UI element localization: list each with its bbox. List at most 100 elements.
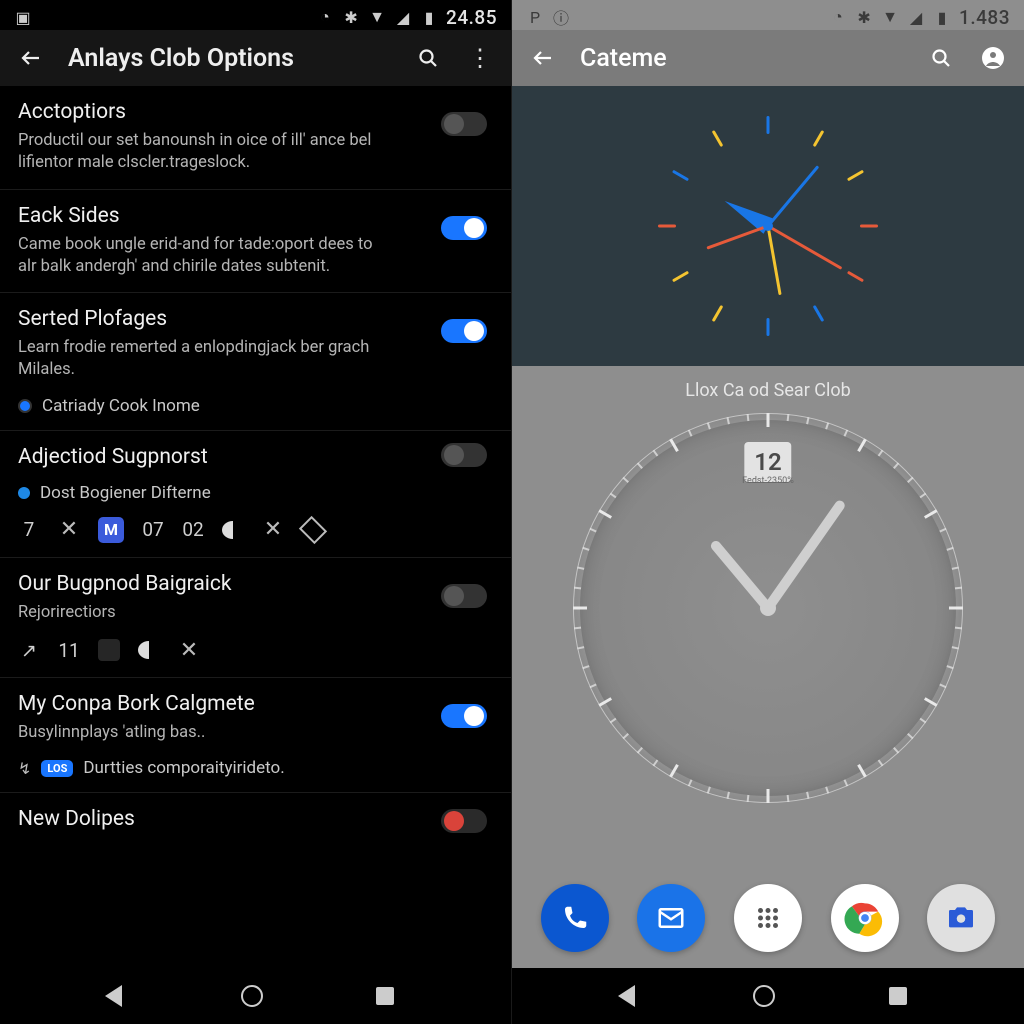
setting-acctoptiors[interactable]: Acctoptiors Productil our set banounsh i… (0, 86, 511, 189)
dock-drawer[interactable] (734, 884, 802, 952)
clock-tick-icon (577, 566, 584, 569)
clock-tick-icon (610, 718, 617, 724)
chrome-icon (843, 896, 887, 940)
setting-bullet[interactable]: Dost Bogiener Difterne (18, 483, 493, 503)
key-icon: ↯ (18, 759, 31, 778)
chip-07[interactable]: 07 (142, 518, 164, 541)
nav-back[interactable] (105, 985, 135, 1007)
clock-tick-icon (669, 438, 679, 452)
home-content: Llox Ca od Sear Clob 12 Fedst-2350% (512, 86, 1024, 968)
clock-widget-light[interactable]: 12 Fedst-2350% (512, 409, 1024, 868)
half-icon[interactable] (138, 641, 160, 659)
radio-icon (18, 399, 32, 413)
clock-tick-icon (878, 450, 884, 457)
setting-heading: Serted Plofages (18, 307, 493, 331)
clock-tick-icon (574, 587, 581, 590)
dock-camera[interactable] (927, 884, 995, 952)
settings-list[interactable]: Acctoptiors Productil our set banounsh i… (0, 86, 511, 968)
setting-extra2: ↯ LOS Durtties comporaityirideto. (18, 758, 493, 778)
toggle[interactable] (441, 319, 487, 343)
search-icon (416, 46, 440, 70)
arrow-up-right-icon[interactable]: ↗ (18, 639, 40, 662)
dock-browser[interactable] (831, 884, 899, 952)
info-icon: ⓘ (552, 8, 570, 26)
chip-x2[interactable]: ✕ (262, 517, 284, 542)
chip-m[interactable]: M (98, 517, 124, 543)
toggle[interactable] (441, 584, 487, 608)
clock-tick-icon (712, 305, 724, 322)
clock-tick-icon (924, 697, 938, 707)
account-button[interactable] (978, 43, 1008, 73)
setting-eack-sides[interactable]: Eack Sides Came book ungle erid-and for … (0, 189, 511, 293)
nav-back[interactable] (618, 985, 648, 1007)
notif-p-icon: P (526, 8, 544, 26)
chip-x[interactable]: ✕ (58, 517, 80, 542)
setting-extra[interactable]: Catriady Cook Inome (18, 396, 493, 416)
chip-7[interactable]: 7 (18, 518, 40, 541)
clock-tick-icon (787, 795, 790, 802)
signal-icon: ◢ (394, 8, 412, 26)
clock-tick-icon (946, 547, 953, 551)
minute-hand-icon (764, 499, 847, 611)
overflow-button[interactable]: ⋮ (465, 43, 495, 73)
nav-recent[interactable] (889, 987, 919, 1005)
setting-our-bugpnod[interactable]: Our Bugpnod Baigraick Rejorirectiors ↗ 1… (0, 557, 511, 677)
indicator-red-icon (706, 225, 768, 250)
back-button[interactable] (16, 43, 46, 73)
clock-tick-icon (955, 587, 962, 590)
setting-new-dolipes[interactable]: New Dolipes (0, 792, 511, 843)
toggle[interactable] (441, 704, 487, 728)
dock-phone[interactable] (541, 884, 609, 952)
clock-tick-icon (825, 422, 829, 429)
bluetooth-icon: ✱ (342, 8, 360, 26)
clock-tick-icon (712, 130, 724, 147)
battery-icon: ▮ (933, 8, 951, 26)
clock-tick-icon (767, 413, 770, 427)
status-time: 1.483 (959, 6, 1010, 29)
extra2-label: Durtties comporaityirideto. (83, 758, 284, 778)
nav-home[interactable] (753, 985, 783, 1007)
chip-02[interactable]: 02 (182, 518, 204, 541)
half-icon[interactable] (222, 521, 244, 539)
toggle[interactable] (441, 216, 487, 240)
clock-tick-icon (707, 422, 711, 429)
minute-hand-yellow-icon (767, 226, 782, 295)
analog-clock-large: 12 Fedst-2350% (573, 413, 963, 803)
clock-tick-icon (610, 493, 617, 499)
clock-tick-icon (653, 450, 659, 457)
clock-tick-icon (949, 607, 963, 610)
bullet-label: Dost Bogiener Difterne (40, 483, 211, 503)
clock-tick-icon (574, 627, 581, 630)
dock-mail[interactable] (637, 884, 705, 952)
setting-my-conpa[interactable]: My Conpa Bork Calgmete Busylinnplays 'at… (0, 677, 511, 792)
nav-home[interactable] (241, 985, 271, 1007)
setting-adjectiod-sugpnorst[interactable]: Adjectiod Sugpnorst Dost Bogiener Difter… (0, 430, 511, 557)
search-button[interactable] (926, 43, 956, 73)
clock-tick-icon (672, 170, 689, 182)
chip-x3[interactable]: ✕ (178, 638, 200, 663)
clock-tick-icon (688, 429, 693, 436)
setting-subtitle: Busylinnplays 'atling bas.. (18, 722, 493, 744)
nav-recent[interactable] (376, 987, 406, 1005)
setting-subtitle: Productil our set banounsh in oice of il… (18, 130, 493, 175)
setting-serted-plofages[interactable]: Serted Plofages Learn frodie remerted a … (0, 292, 511, 430)
arrow-left-icon (19, 46, 43, 70)
back-button[interactable] (528, 43, 558, 73)
second-hand-red-icon (767, 225, 842, 270)
clock-tick-icon (946, 665, 953, 669)
search-button[interactable] (413, 43, 443, 73)
toggle[interactable] (441, 443, 487, 467)
square-icon[interactable] (98, 639, 120, 661)
clock-tick-icon (767, 318, 770, 336)
toggle[interactable] (441, 112, 487, 136)
chip-11[interactable]: 11 (58, 639, 80, 662)
clock-widget-dark[interactable] (512, 86, 1024, 366)
setting-heading: Adjectiod Sugpnorst (18, 445, 493, 469)
toggle[interactable] (441, 809, 487, 833)
second-hand-blue-icon (767, 165, 819, 227)
diamond-icon[interactable] (299, 515, 327, 543)
clock-tick-icon (787, 414, 790, 421)
alarm-icon: ◔ (316, 8, 334, 26)
app-bar: Cateme (512, 30, 1024, 86)
bluetooth-icon: ✱ (855, 8, 873, 26)
